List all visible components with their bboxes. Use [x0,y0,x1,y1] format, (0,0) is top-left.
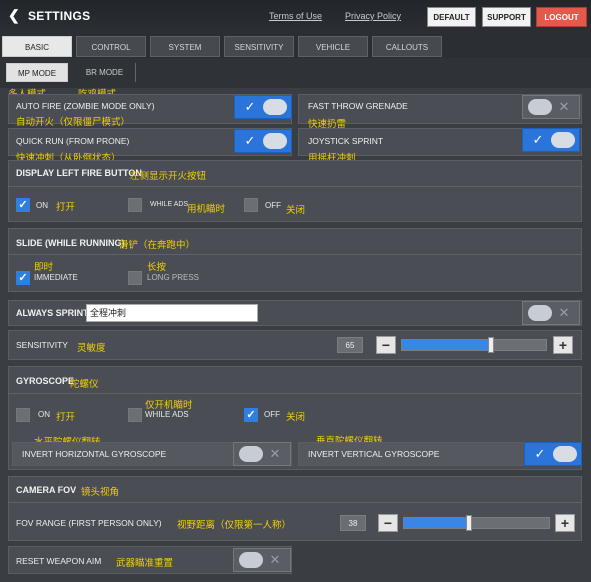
invert-h-toggle[interactable]: ✕ [233,442,291,466]
invert-h-label: INVERT HORIZONTAL GYROSCOPE [22,449,167,459]
gyro-off-label: OFF [264,410,280,419]
left-fire-on-label: ON [36,201,48,210]
close-icon: ✕ [558,305,570,320]
fast-throw-toggle[interactable]: ✕ [522,95,580,119]
close-icon: ✕ [269,552,281,567]
tab-control[interactable]: CONTROL [76,36,146,57]
fov-range-label: FOV RANGE (FIRST PERSON ONLY) [16,518,162,528]
back-icon[interactable]: ❮ [8,8,22,22]
close-icon: ✕ [558,99,570,114]
gyro-off-checkbox[interactable]: ✓ [244,408,258,422]
page-title: SETTINGS [28,9,91,23]
gyroscope-annotation: 陀螺仪 [70,379,99,390]
left-fire-on-annotation: 打开 [56,202,76,213]
left-fire-off-annotation: 关闭 [286,205,306,216]
check-icon: ✓ [532,132,544,147]
default-button[interactable]: DEFAULT [427,7,476,27]
logout-button[interactable]: LOGOUT [536,7,587,27]
reset-aim-label: RESET WEAPON AIM [16,556,102,566]
fast-throw-label: FAST THROW GRENADE [308,101,408,111]
auto-fire-annotation: 自动开火（仅限僵尸模式） [16,117,131,128]
tab-sensitivity[interactable]: SENSITIVITY [224,36,294,57]
gyro-ads-label: WHILE ADS [145,410,189,419]
slide-annotation: 滑铲（在奔跑中） [119,240,196,251]
quick-run-label: QUICK RUN (FROM PRONE) [16,136,130,146]
tab-basic[interactable]: BASIC [2,36,72,57]
invert-v-label: INVERT VERTICAL GYROSCOPE [308,449,440,459]
subtab-br-mode[interactable]: BR MODE [74,63,136,82]
gyro-ads-checkbox[interactable] [128,408,142,422]
divider [8,502,582,503]
fov-range-value: 38 [340,515,366,531]
gyro-off-annotation: 关闭 [286,412,306,423]
left-fire-ads-checkbox[interactable] [128,198,142,212]
left-fire-label: DISPLAY LEFT FIRE BUTTON [16,168,142,178]
gyro-on-label: ON [38,410,50,419]
fov-decrease-button[interactable]: − [378,514,398,532]
gyro-on-annotation: 打开 [56,412,76,423]
always-sprint-label: ALWAYS SPRINT [16,308,89,318]
slide-longpress-checkbox[interactable] [128,271,142,285]
sensitivity-fill [402,340,492,350]
camera-fov-annotation: 镜头视角 [81,487,120,498]
invert-v-toggle[interactable]: ✓ [524,442,582,466]
divider [8,186,582,187]
tab-vehicle[interactable]: VEHICLE [298,36,368,57]
terms-link[interactable]: Terms of Use [269,11,322,21]
joystick-sprint-toggle[interactable]: ✓ [522,128,580,152]
check-icon: ✓ [534,446,546,461]
reset-aim-toggle[interactable]: ✕ [233,548,291,572]
slide-immediate-annotation: 即时 [34,262,54,273]
left-fire-on-checkbox[interactable]: ✓ [16,198,30,212]
slide-longpress-label: LONG PRESS [147,273,200,282]
slide-longpress-annotation: 长按 [147,262,167,273]
camera-fov-label: CAMERA FOV [16,485,77,495]
reset-aim-annotation: 武器瞄准重置 [116,558,174,569]
always-sprint-toggle[interactable]: ✕ [522,301,580,325]
tab-system[interactable]: SYSTEM [150,36,220,57]
divider [8,393,582,394]
left-fire-off-label: OFF [265,201,281,210]
sensitivity-slider[interactable] [401,337,547,353]
check-icon: ✓ [244,99,256,114]
privacy-link[interactable]: Privacy Policy [345,11,401,21]
left-fire-ads-label: WHILE ADS [150,201,189,208]
joystick-sprint-label: JOYSTICK SPRINT [308,136,384,146]
slide-label: SLIDE (WHILE RUNNING) [16,238,125,248]
slide-immediate-label: IMMEDIATE [34,273,78,282]
sensitivity-decrease-button[interactable]: − [376,336,396,354]
slide-immediate-checkbox[interactable]: ✓ [16,271,30,285]
left-fire-annotation: 左侧显示开火按钮 [130,171,207,182]
fov-slider[interactable] [403,515,550,531]
fov-range-annotation: 视野距离（仅限第一人称） [177,520,292,531]
sensitivity-annotation: 灵敏度 [77,343,106,354]
gyro-on-checkbox[interactable] [16,408,30,422]
fov-fill [404,518,470,528]
tab-callouts[interactable]: CALLOUTS [372,36,442,57]
check-icon: ✓ [244,133,256,148]
left-fire-off-checkbox[interactable] [244,198,258,212]
close-icon: ✕ [269,446,281,461]
left-fire-ads-annotation: 用机瞄时 [187,204,226,215]
subtab-mp-mode[interactable]: MP MODE [6,63,68,82]
sensitivity-label: SENSITIVITY [16,340,68,350]
support-button[interactable]: SUPPORT [482,7,531,27]
divider [8,254,582,255]
fov-increase-button[interactable]: + [555,514,575,532]
always-sprint-annotation: 全程冲刺 [86,304,258,322]
sensitivity-value: 65 [337,337,363,353]
sensitivity-increase-button[interactable]: + [553,336,573,354]
fov-slider-handle[interactable] [466,515,473,531]
auto-fire-label: AUTO FIRE (ZOMBIE MODE ONLY) [16,101,155,111]
gyroscope-label: GYROSCOPE [16,376,75,386]
gyro-ads-annotation: 仅开机瞄时 [145,400,193,411]
auto-fire-toggle[interactable]: ✓ [234,95,292,119]
quick-run-toggle[interactable]: ✓ [234,129,292,153]
sensitivity-slider-handle[interactable] [488,337,495,353]
